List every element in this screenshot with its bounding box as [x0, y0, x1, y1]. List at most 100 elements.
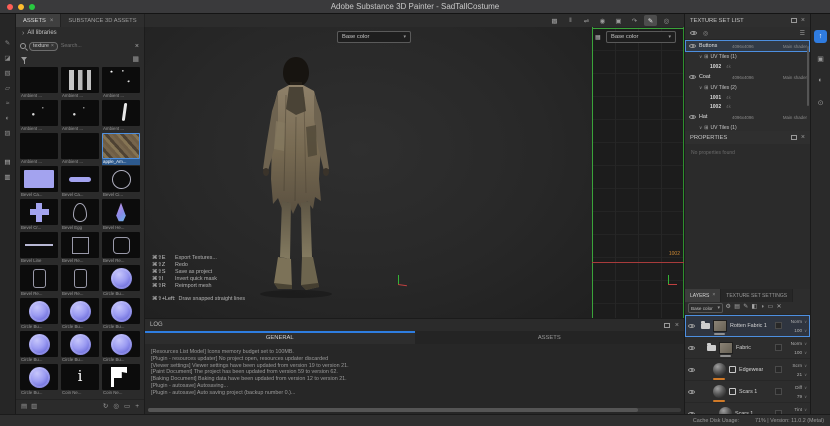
eye-icon[interactable]: [688, 346, 695, 350]
blend-mode[interactable]: Tint∨: [794, 405, 807, 414]
asset-item[interactable]: apple_Am...: [102, 133, 140, 166]
camera-icon[interactable]: ◎: [660, 15, 673, 26]
tab-layers[interactable]: LAYERS ×: [685, 289, 721, 302]
eye-icon[interactable]: [690, 31, 697, 35]
tab-general[interactable]: GENERAL: [145, 331, 415, 344]
asset-item[interactable]: Circle Bu...: [20, 298, 58, 331]
uv-tiles-row[interactable]: ∨⊞UV Tiles (1): [685, 52, 810, 62]
eye-icon[interactable]: [688, 390, 695, 394]
tab-assets-dock[interactable]: ASSETS: [415, 331, 685, 344]
clone-tool-icon[interactable]: ◐: [2, 113, 14, 123]
asset-item[interactable]: Ambient ...: [20, 100, 58, 133]
wireframe-icon[interactable]: ▩: [548, 15, 561, 26]
document-shelf-icon[interactable]: ▥: [2, 172, 14, 182]
history-rail-icon[interactable]: ⊙: [814, 96, 827, 109]
uv-tile-row[interactable]: 10014k: [685, 93, 810, 102]
folder-icon[interactable]: ▭: [124, 404, 130, 411]
asset-item[interactable]: Ambient ...: [61, 100, 99, 133]
camera-settings-icon[interactable]: ▣: [612, 15, 625, 26]
assets-shelf-icon[interactable]: ▤: [2, 157, 14, 167]
rotate-view-icon[interactable]: ↷: [628, 15, 641, 26]
shader-rail-icon[interactable]: ◐: [814, 74, 827, 87]
uv-grid-icon[interactable]: ▦: [595, 34, 601, 41]
asset-item[interactable]: Circle Bu...: [20, 331, 58, 364]
asset-item[interactable]: Bevel Cr...: [20, 199, 58, 232]
layer-blend-opacity[interactable]: Tint∨: [794, 405, 807, 414]
eye-icon[interactable]: [688, 368, 695, 372]
channel-dropdown-3d[interactable]: Base color ▾: [337, 31, 411, 43]
layer-blend-opacity[interactable]: Scrn∨21∨: [792, 361, 807, 379]
channel-dropdown-2d[interactable]: Base color ▾: [606, 31, 676, 43]
add-smart-material-icon[interactable]: ◑: [761, 305, 765, 311]
opacity-control[interactable]: 100∨: [791, 326, 807, 335]
asset-item[interactable]: Ambient ...: [61, 133, 99, 166]
asset-item[interactable]: Bevel Egg: [61, 199, 99, 232]
globe-icon[interactable]: ◎: [703, 30, 708, 37]
add-effect-icon[interactable]: ⚙: [726, 305, 731, 311]
detach-panel-icon[interactable]: [664, 323, 670, 328]
asset-item[interactable]: Bevel He...: [102, 199, 140, 232]
blend-mode[interactable]: Scrn∨: [792, 361, 807, 370]
filter-icon[interactable]: [21, 57, 27, 61]
libraries-breadcrumb[interactable]: › All libraries: [16, 27, 144, 39]
texture-set-row[interactable]: Buttons4096x4096Main shader: [685, 40, 810, 52]
eye-icon[interactable]: [689, 44, 696, 48]
grid-view-icon[interactable]: ▦: [132, 55, 139, 63]
asset-item[interactable]: Bevel Ca...: [20, 166, 58, 199]
eye-icon[interactable]: [689, 75, 696, 79]
search-tag[interactable]: texture ×: [29, 42, 58, 51]
asset-item[interactable]: Bevel Re...: [61, 265, 99, 298]
pause-engine-icon[interactable]: ‖: [564, 15, 577, 26]
asset-item[interactable]: Circle Bu...: [61, 331, 99, 364]
asset-item[interactable]: Bevel Ca...: [61, 166, 99, 199]
blend-mode[interactable]: Diff∨: [795, 383, 807, 392]
layers-channel-dropdown[interactable]: Base color ▾: [688, 303, 723, 313]
smudge-tool-icon[interactable]: ≈: [2, 98, 14, 108]
add-paint-layer-icon[interactable]: ✎: [743, 305, 748, 311]
delete-layer-icon[interactable]: ✕: [777, 305, 782, 311]
link-icon[interactable]: ◎: [113, 404, 119, 411]
layer-blend-opacity[interactable]: Norm∨100∨: [791, 317, 807, 335]
asset-item[interactable]: Bevel Re...: [102, 232, 140, 265]
layer-blend-opacity[interactable]: Norm∨100∨: [791, 339, 807, 357]
layer-row[interactable]: Rotten Fabric 1Norm∨100∨: [685, 315, 810, 337]
share-button[interactable]: ↑: [814, 30, 827, 43]
tab-assets[interactable]: ASSETS ×: [16, 14, 61, 27]
model-character[interactable]: [216, 51, 376, 301]
geometry-mask-tool-icon[interactable]: ▨: [2, 128, 14, 138]
eraser-tool-icon[interactable]: ◪: [2, 53, 14, 63]
close-icon[interactable]: ×: [801, 17, 805, 24]
asset-item[interactable]: Bevel Re...: [61, 232, 99, 265]
filter-list-icon[interactable]: ☰: [800, 30, 805, 37]
polygon-fill-tool-icon[interactable]: ▱: [2, 83, 14, 93]
close-icon[interactable]: ×: [712, 293, 715, 298]
asset-item[interactable]: Ambient ...: [61, 67, 99, 100]
viewport-3d[interactable]: Base color ▾: [145, 27, 592, 318]
opacity-control[interactable]: 21∨: [792, 370, 807, 379]
detach-panel-icon[interactable]: [791, 18, 797, 23]
projection-tool-icon[interactable]: ▧: [2, 68, 14, 78]
detach-panel-icon[interactable]: [791, 135, 797, 140]
close-icon[interactable]: ×: [801, 134, 805, 141]
asset-item[interactable]: Ambient ...: [102, 67, 140, 100]
layer-blend-opacity[interactable]: Diff∨79∨: [795, 383, 807, 401]
search-input[interactable]: Search...: [61, 43, 132, 49]
layer-row[interactable]: Scars 1Diff∨79∨: [685, 381, 810, 403]
log-scrollbar[interactable]: [148, 408, 681, 412]
asset-item[interactable]: Coin Ne...: [102, 364, 140, 397]
scrollbar[interactable]: [807, 46, 809, 106]
add-instance-icon[interactable]: ▤: [734, 305, 739, 311]
asset-item[interactable]: Bevel Re...: [20, 265, 58, 298]
viewport-2d[interactable]: ▦ Base color ▾ 1002: [592, 27, 684, 318]
eye-icon[interactable]: [688, 324, 695, 328]
pencil-tool-icon[interactable]: ✎: [644, 15, 657, 26]
symmetry-icon[interactable]: ⇌: [580, 15, 593, 26]
asset-item[interactable]: Circle Bu...: [102, 298, 140, 331]
asset-item[interactable]: Coin Ne...: [61, 364, 99, 397]
blend-mode[interactable]: Norm∨: [791, 317, 807, 326]
close-icon[interactable]: ×: [675, 322, 679, 329]
uv-tiles-row[interactable]: ∨⊞UV Tiles (1): [685, 123, 810, 131]
refresh-icon[interactable]: ↻: [103, 404, 108, 411]
clear-search-icon[interactable]: ×: [135, 43, 140, 50]
layer-row[interactable]: Scars 1Tint∨: [685, 403, 810, 414]
